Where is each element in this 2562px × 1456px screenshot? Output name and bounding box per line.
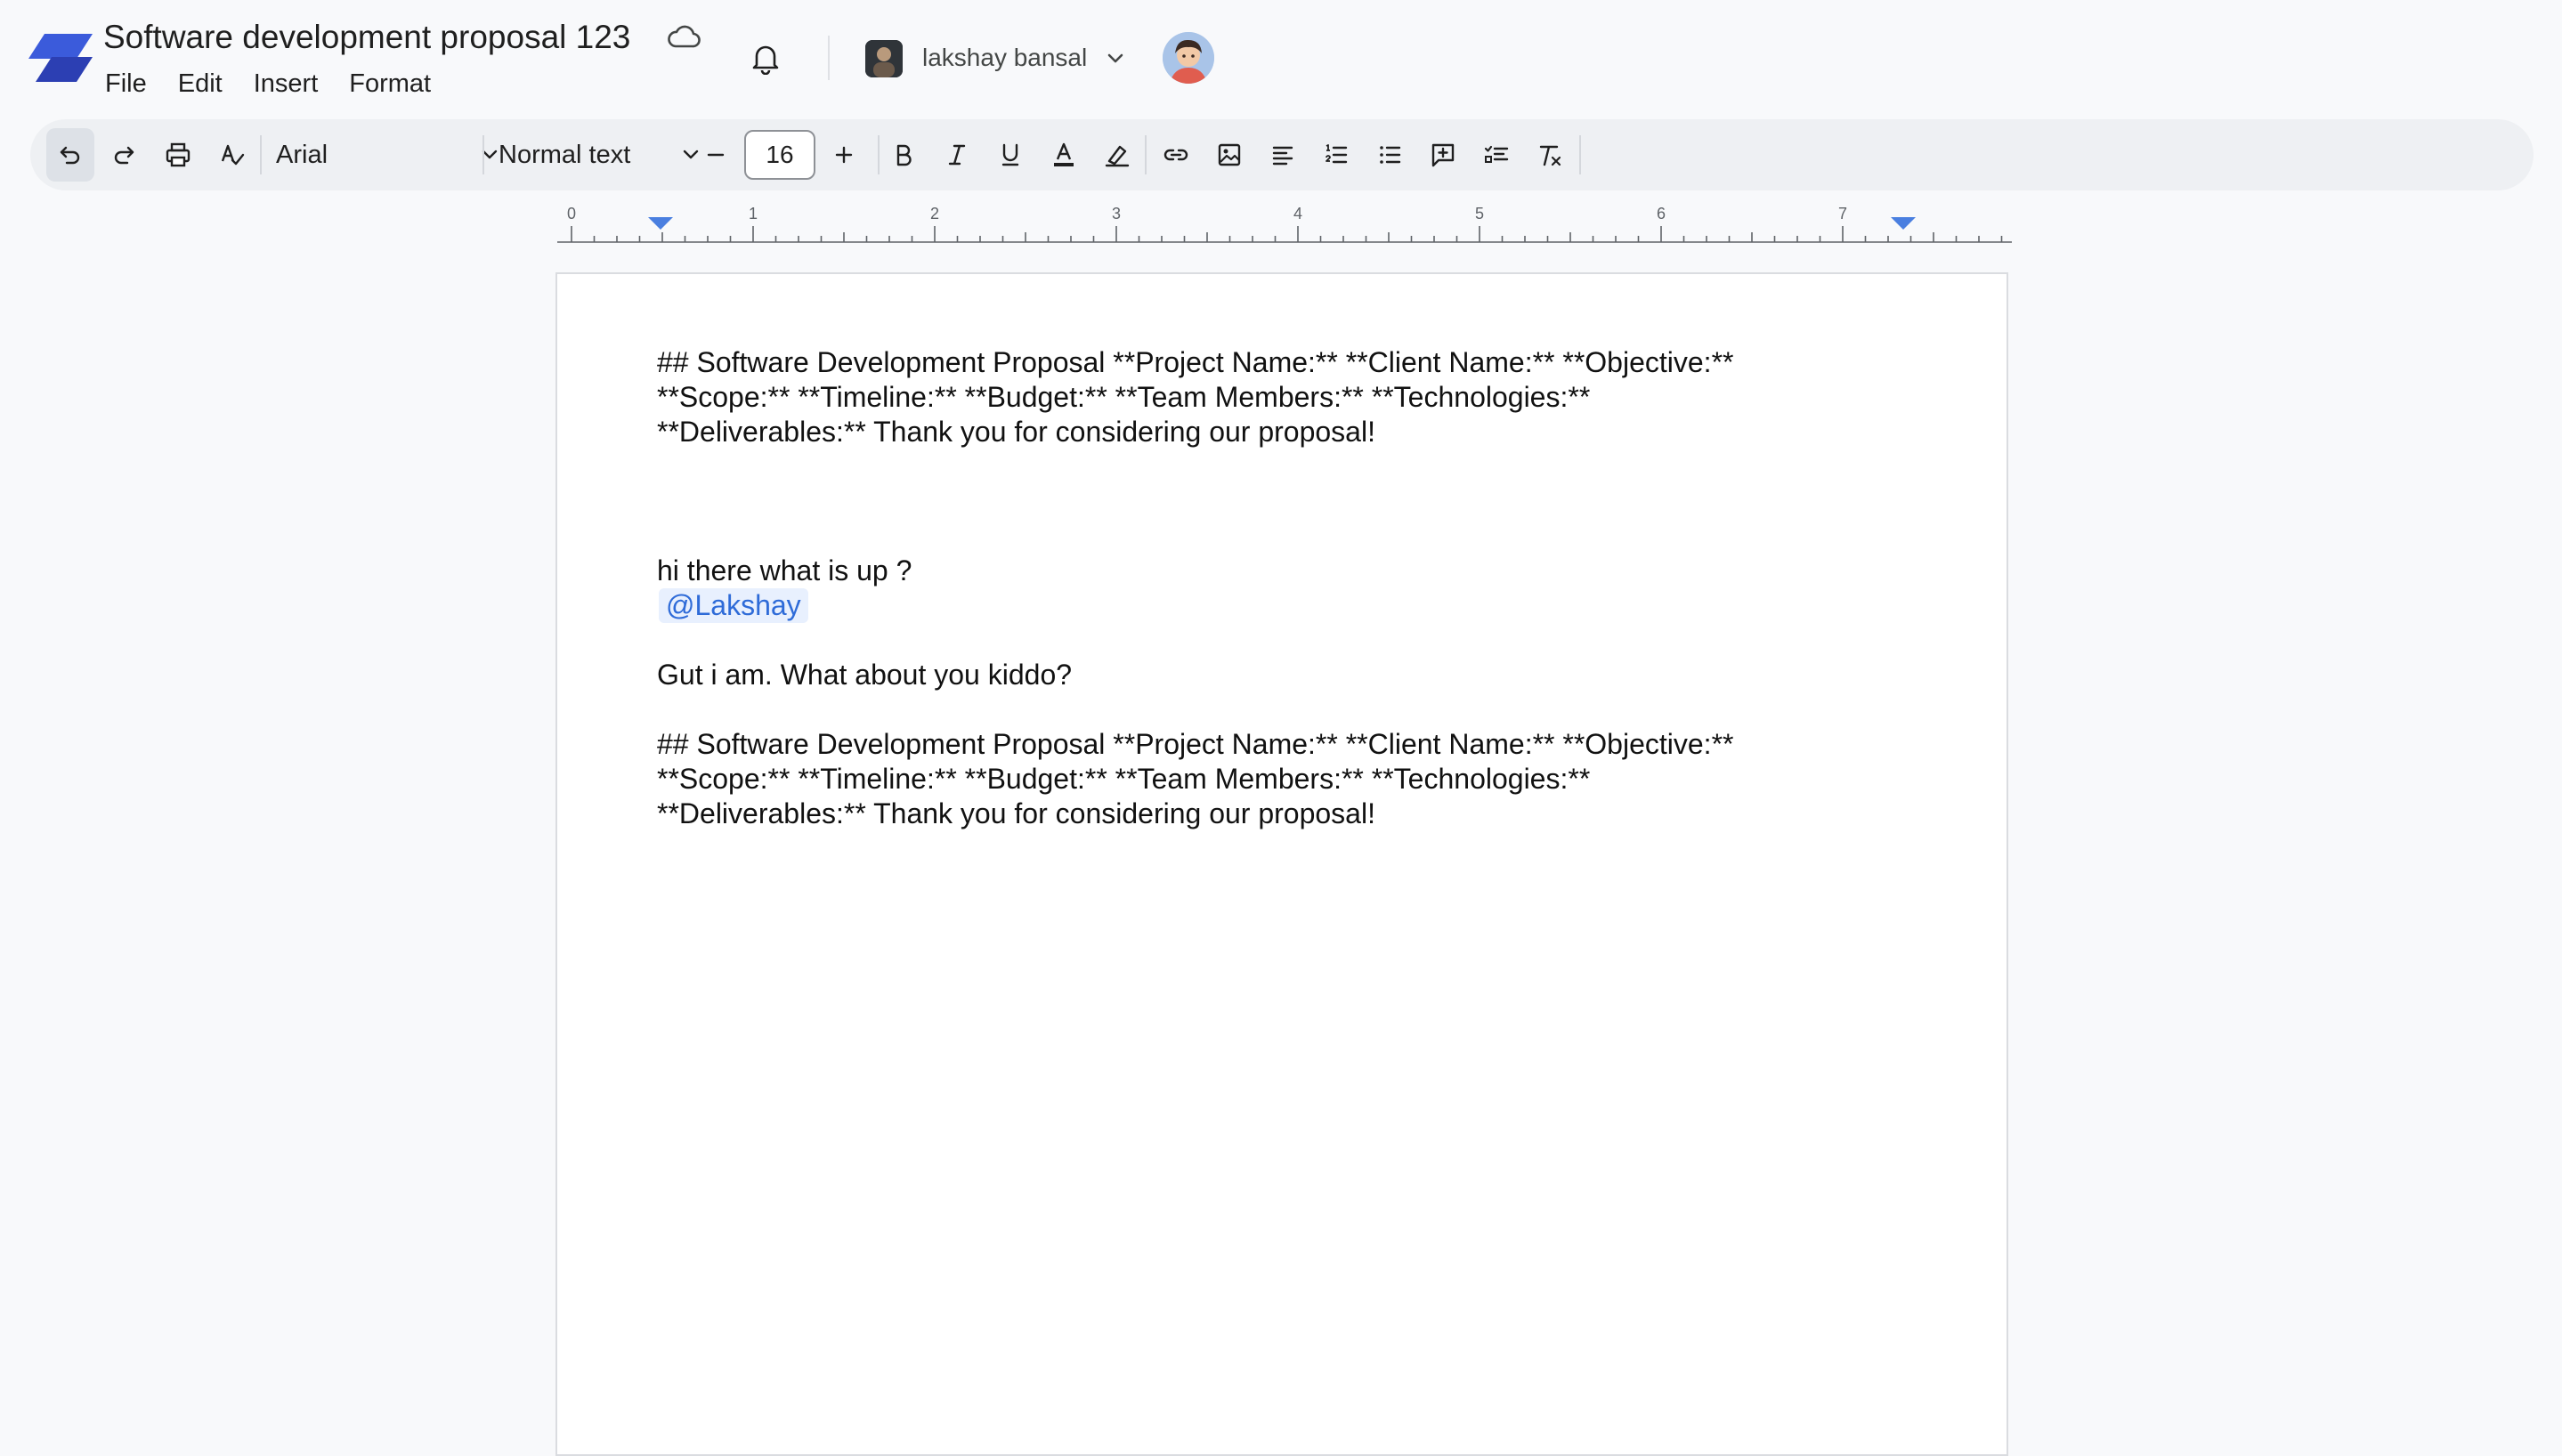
italic-icon	[948, 144, 966, 166]
ruler-label: 6	[1657, 205, 1666, 222]
minus-icon	[707, 153, 725, 157]
toolbar-divider	[260, 135, 262, 174]
ruler-label: 4	[1293, 205, 1302, 222]
document-ruler[interactable]: 012345678	[557, 201, 2012, 247]
text-color-button[interactable]	[1040, 128, 1088, 182]
proposal-line[interactable]: **Scope:** **Timeline:** **Budget:** **T…	[657, 762, 1921, 797]
highlight-button[interactable]	[1093, 128, 1141, 182]
underline-icon	[1001, 143, 1019, 166]
font-family-select[interactable]: Arial	[271, 128, 502, 182]
italic-button[interactable]	[933, 128, 981, 182]
bold-icon	[896, 144, 912, 166]
redo-icon	[114, 146, 134, 165]
empty-line[interactable]	[657, 692, 1921, 727]
increase-font-size-button[interactable]	[820, 128, 868, 182]
ruler-label: 1	[749, 205, 758, 222]
proposal-line[interactable]: ## Software Development Proposal **Proje…	[657, 345, 1921, 380]
menu-file[interactable]: File	[105, 66, 147, 101]
chevron-down-icon[interactable]	[1104, 48, 1127, 68]
plus-icon	[835, 146, 853, 164]
ruler-label: 0	[567, 205, 576, 222]
app-logo-icon[interactable]	[28, 34, 93, 82]
menu-insert[interactable]: Insert	[254, 66, 319, 101]
insert-link-button[interactable]	[1152, 128, 1200, 182]
toolbar-divider	[1579, 135, 1581, 174]
insert-image-button[interactable]	[1205, 128, 1253, 182]
menu-format[interactable]: Format	[349, 66, 431, 101]
highlighter-icon	[1105, 145, 1130, 167]
profile-avatar[interactable]	[1163, 32, 1214, 84]
menu-bar: File Edit Insert Format	[105, 66, 462, 101]
checklist-icon	[1484, 145, 1509, 163]
ruler-label: 3	[1112, 205, 1121, 222]
proposal-line[interactable]: ## Software Development Proposal **Proje…	[657, 727, 1921, 762]
cloud-saved-icon[interactable]	[666, 21, 701, 52]
font-family-value: Arial	[276, 140, 328, 169]
proposal-line[interactable]: **Scope:** **Timeline:** **Budget:** **T…	[657, 380, 1921, 415]
numbered-list-button[interactable]	[1312, 128, 1360, 182]
clear-formatting-icon	[1539, 145, 1561, 166]
formatting-toolbar: Arial Normal text	[30, 119, 2534, 190]
app-header: Software development proposal 123 File E…	[0, 0, 2562, 116]
toolbar-divider	[482, 135, 484, 174]
reply-line[interactable]: Gut i am. What about you kiddo?	[657, 658, 1921, 692]
checklist-button[interactable]	[1472, 128, 1520, 182]
clear-formatting-button[interactable]	[1526, 128, 1574, 182]
numbered-list-icon	[1326, 144, 1348, 164]
empty-lines[interactable]	[657, 449, 1921, 554]
document-page[interactable]: ## Software Development Proposal **Proje…	[555, 272, 2008, 1456]
document-title[interactable]: Software development proposal 123	[103, 16, 630, 59]
font-size-input[interactable]	[744, 130, 815, 180]
ruler-label: 5	[1475, 205, 1484, 222]
toolbar-divider	[1145, 135, 1147, 174]
document-body[interactable]: ## Software Development Proposal **Proje…	[657, 345, 1921, 831]
spellcheck-button[interactable]	[208, 128, 256, 182]
spellcheck-icon	[221, 144, 245, 166]
decrease-font-size-button[interactable]	[692, 128, 740, 182]
align-button[interactable]	[1259, 128, 1307, 182]
undo-button[interactable]	[46, 128, 94, 182]
notifications-bell-icon[interactable]	[750, 41, 782, 75]
menu-edit[interactable]: Edit	[178, 66, 223, 101]
header-divider	[828, 36, 830, 80]
proposal-line[interactable]: **Deliverables:** Thank you for consider…	[657, 797, 1921, 831]
print-button[interactable]	[154, 128, 202, 182]
text-color-icon	[1054, 142, 1074, 166]
image-icon	[1218, 143, 1241, 166]
right-indent-marker[interactable]	[1891, 217, 1916, 230]
link-icon	[1163, 149, 1188, 161]
text-style-value: Normal text	[499, 140, 631, 169]
ruler-label: 7	[1838, 205, 1847, 222]
bold-button[interactable]	[880, 128, 928, 182]
ruler-label: 2	[930, 205, 939, 222]
workspace-avatar[interactable]	[865, 40, 903, 77]
redo-button[interactable]	[100, 128, 148, 182]
mention-line[interactable]: @Lakshay	[657, 588, 1921, 623]
bulleted-list-button[interactable]	[1366, 128, 1414, 182]
proposal-line[interactable]: **Deliverables:** Thank you for consider…	[657, 415, 1921, 449]
user-mention-chip[interactable]: @Lakshay	[659, 588, 808, 623]
user-name[interactable]: lakshay bansal	[922, 41, 1087, 75]
left-indent-marker[interactable]	[648, 217, 673, 230]
add-comment-button[interactable]	[1419, 128, 1467, 182]
align-left-icon	[1272, 146, 1293, 166]
text-style-select[interactable]: Normal text	[493, 128, 707, 182]
empty-line[interactable]	[657, 623, 1921, 658]
print-icon	[166, 142, 191, 167]
bulleted-list-icon	[1380, 146, 1401, 164]
comment-icon	[1431, 143, 1455, 167]
undo-icon	[60, 146, 80, 165]
underline-button[interactable]	[986, 128, 1034, 182]
greeting-line[interactable]: hi there what is up ?	[657, 554, 1921, 588]
